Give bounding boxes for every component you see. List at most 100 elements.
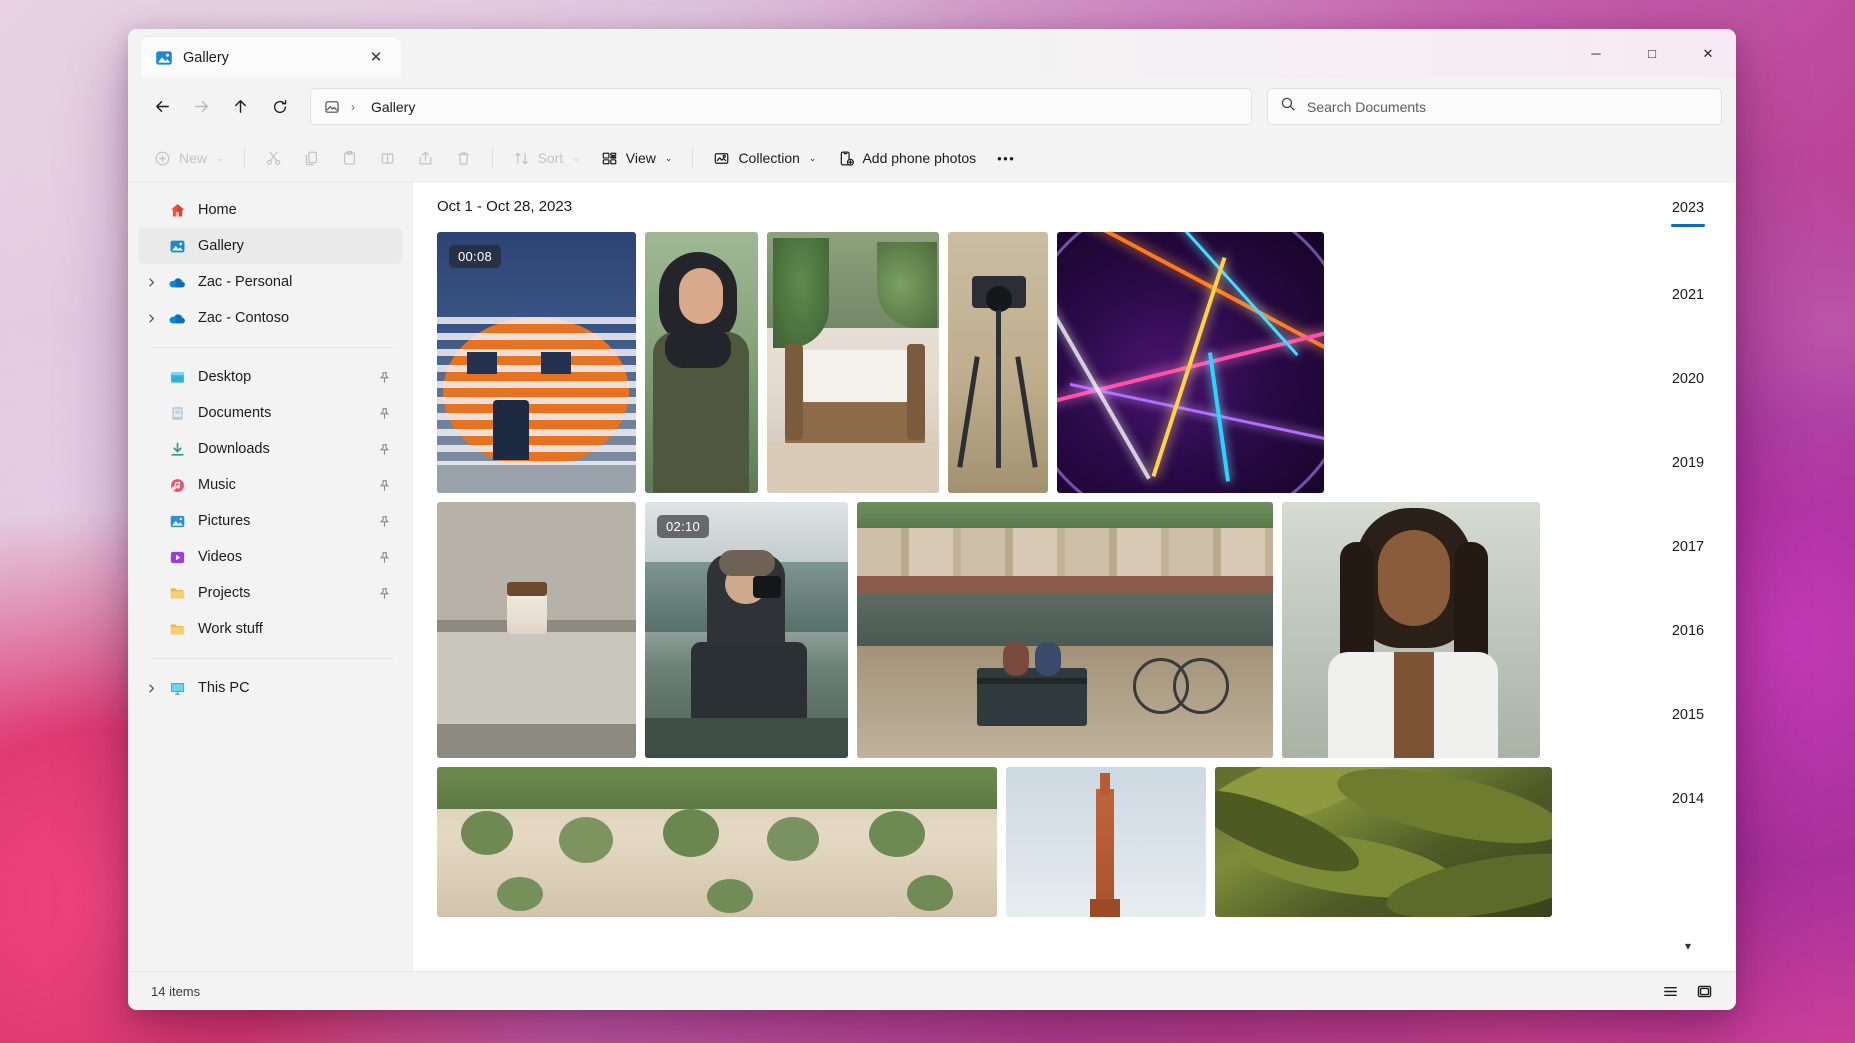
tab-gallery[interactable]: Gallery ✕ xyxy=(141,37,401,78)
view-toggle-group xyxy=(1654,977,1720,1005)
close-tab-icon[interactable]: ✕ xyxy=(363,45,389,71)
chevron-down-icon: ⌄ xyxy=(665,153,673,164)
paste-button[interactable] xyxy=(331,142,368,175)
thumbnail-photographer-at-coast-video[interactable]: 02:10 xyxy=(645,502,848,758)
refresh-button[interactable] xyxy=(261,90,298,124)
pictures-icon xyxy=(164,513,190,530)
item-count-text: 14 items xyxy=(151,984,200,999)
collection-label: Collection xyxy=(738,150,799,166)
videos-icon xyxy=(164,549,190,566)
thumbnail-woman-in-field-portrait[interactable] xyxy=(645,232,758,493)
breadcrumb-gallery[interactable]: Gallery xyxy=(364,96,422,118)
this-pc-icon xyxy=(164,680,190,697)
timeline-year-2020[interactable]: 2020 xyxy=(1640,371,1736,387)
add-phone-photos-label: Add phone photos xyxy=(862,150,976,166)
window-controls: ─ □ ✕ xyxy=(1568,29,1736,78)
search-icon xyxy=(1280,96,1296,117)
gallery-image-icon[interactable] xyxy=(319,95,345,119)
thumbnail-smiling-woman-portrait[interactable] xyxy=(1282,502,1540,758)
sidebar-divider xyxy=(152,658,394,659)
sidebar-item-label: Videos xyxy=(198,549,376,565)
rename-button[interactable] xyxy=(369,142,406,175)
pin-icon[interactable] xyxy=(376,407,392,420)
close-window-button[interactable]: ✕ xyxy=(1680,29,1736,78)
gallery-view-button[interactable] xyxy=(1688,977,1720,1005)
thumbnail-armchair-with-plants[interactable] xyxy=(767,232,939,493)
thumbnail-skatepark-mural-video[interactable]: 00:08 xyxy=(437,232,636,493)
thumbnail-aerial-beach-huts[interactable] xyxy=(437,767,997,917)
view-button[interactable]: View ⌄ xyxy=(591,142,683,175)
tab-title: Gallery xyxy=(183,50,353,66)
collection-button[interactable]: Collection ⌄ xyxy=(703,142,826,175)
pin-icon[interactable] xyxy=(376,515,392,528)
timeline-scroll-down-icon[interactable]: ▾ xyxy=(1685,939,1691,971)
sidebar-item-gallery[interactable]: Gallery xyxy=(138,228,402,264)
command-bar: New ⌄ xyxy=(128,135,1736,182)
video-duration-badge: 00:08 xyxy=(449,245,501,268)
date-range-header: Oct 1 - Oct 28, 2023 xyxy=(437,196,577,218)
timeline-year-2019[interactable]: 2019 xyxy=(1640,455,1736,471)
maximize-button[interactable]: □ xyxy=(1624,29,1680,78)
year-timeline-scrubber[interactable]: 2023 2021 2020 2019 2017 2016 2015 2014 … xyxy=(1640,182,1736,971)
pin-icon[interactable] xyxy=(376,587,392,600)
view-label: View xyxy=(626,150,656,166)
sidebar-item-this-pc[interactable]: This PC xyxy=(138,670,402,706)
sidebar-item-videos[interactable]: Videos xyxy=(138,539,402,575)
timeline-active-indicator xyxy=(1671,224,1705,227)
thumbnail-neon-light-installation[interactable] xyxy=(1057,232,1324,493)
details-view-button[interactable] xyxy=(1654,977,1686,1005)
add-phone-photos-button[interactable]: Add phone photos xyxy=(827,142,986,175)
sidebar-item-desktop[interactable]: Desktop xyxy=(138,359,402,395)
timeline-year-2023[interactable]: 2023 xyxy=(1640,200,1736,216)
pin-icon[interactable] xyxy=(376,479,392,492)
forward-button[interactable] xyxy=(183,90,220,124)
timeline-year-2021[interactable]: 2021 xyxy=(1640,287,1736,303)
thumbnail-amsterdam-canal-bench[interactable] xyxy=(857,502,1273,758)
gallery-scroll-area[interactable]: Oct 1 - Oct 28, 2023 00:08 xyxy=(413,182,1640,971)
timeline-year-2015[interactable]: 2015 xyxy=(1640,707,1736,723)
more-options-button[interactable]: ••• xyxy=(987,142,1025,175)
gallery-row: 00:08 xyxy=(437,232,1628,493)
delete-button[interactable] xyxy=(445,142,482,175)
chevron-right-icon[interactable] xyxy=(138,683,164,694)
sidebar-item-work-stuff[interactable]: Work stuff xyxy=(138,611,402,647)
timeline-year-2014[interactable]: 2014 xyxy=(1640,791,1736,807)
new-button[interactable]: New ⌄ xyxy=(144,142,234,175)
back-button[interactable] xyxy=(144,90,181,124)
search-input[interactable] xyxy=(1307,99,1709,115)
sidebar-item-pictures[interactable]: Pictures xyxy=(138,503,402,539)
thumbnail-coffee-cup-on-ledge[interactable] xyxy=(437,502,636,758)
up-button[interactable] xyxy=(222,90,259,124)
chevron-right-icon[interactable] xyxy=(138,277,164,288)
sidebar-divider xyxy=(152,347,394,348)
sidebar-item-label: Home xyxy=(198,202,376,218)
pin-icon[interactable] xyxy=(376,371,392,384)
cut-button[interactable] xyxy=(255,142,292,175)
minimize-button[interactable]: ─ xyxy=(1568,29,1624,78)
search-box[interactable] xyxy=(1267,88,1722,125)
pin-icon[interactable] xyxy=(376,551,392,564)
sidebar-item-zac-contoso[interactable]: Zac - Contoso xyxy=(138,300,402,336)
pin-icon[interactable] xyxy=(376,443,392,456)
divider xyxy=(492,148,493,168)
sidebar-item-downloads[interactable]: Downloads xyxy=(138,431,402,467)
breadcrumb[interactable]: › Gallery xyxy=(310,88,1252,125)
thumbnail-camera-on-tripod[interactable] xyxy=(948,232,1048,493)
timeline-year-2016[interactable]: 2016 xyxy=(1640,623,1736,639)
share-button[interactable] xyxy=(407,142,444,175)
sidebar-item-music[interactable]: Music xyxy=(138,467,402,503)
sidebar-item-projects[interactable]: Projects xyxy=(138,575,402,611)
chevron-right-icon[interactable] xyxy=(138,313,164,324)
divider xyxy=(244,148,245,168)
sidebar-item-zac-personal[interactable]: Zac - Personal xyxy=(138,264,402,300)
copy-button[interactable] xyxy=(293,142,330,175)
chevron-down-icon: ⌄ xyxy=(809,153,817,164)
thumbnail-banana-leaves-canopy[interactable] xyxy=(1215,767,1552,917)
sort-button[interactable]: Sort ⌄ xyxy=(503,142,590,175)
sidebar-item-label: Zac - Personal xyxy=(198,274,376,290)
new-label: New xyxy=(179,150,207,166)
timeline-year-2017[interactable]: 2017 xyxy=(1640,539,1736,555)
thumbnail-tower-against-sky[interactable] xyxy=(1006,767,1206,917)
sidebar-item-documents[interactable]: Documents xyxy=(138,395,402,431)
sidebar-item-home[interactable]: Home xyxy=(138,192,402,228)
